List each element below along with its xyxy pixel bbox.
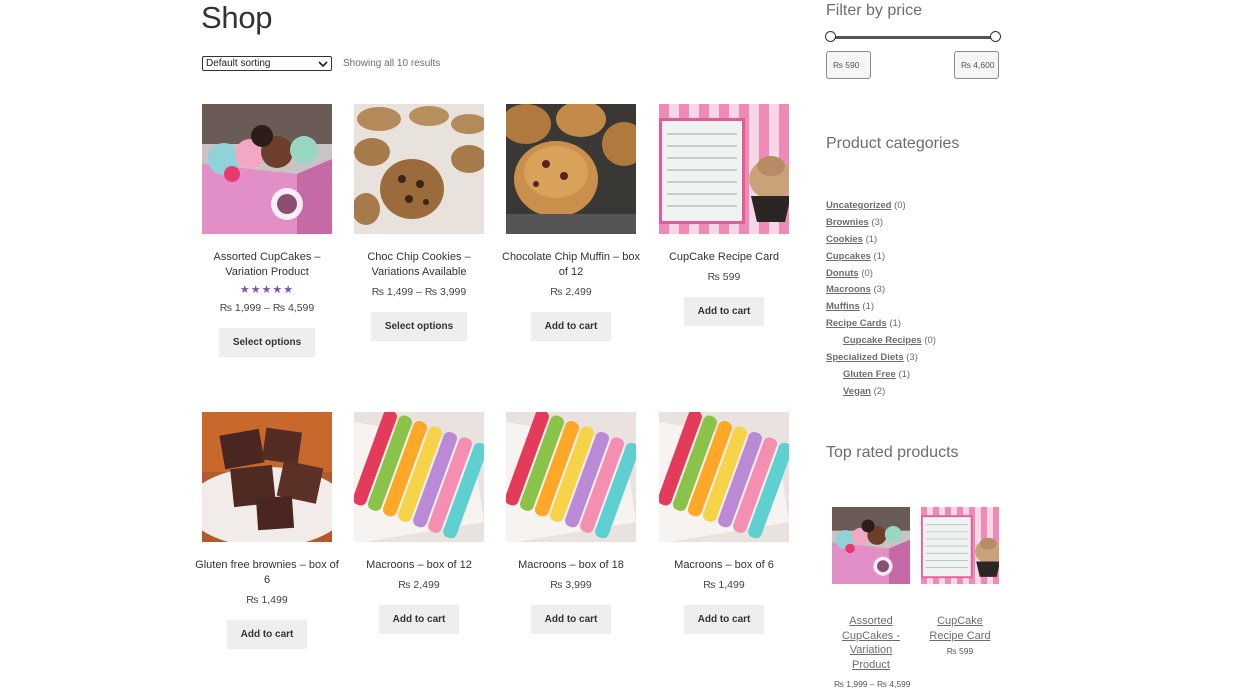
category-count: (0) (894, 200, 906, 211)
product-image[interactable] (354, 412, 484, 542)
category-count: (1) (889, 318, 901, 330)
product-price: ₨ 2,499 (550, 286, 592, 298)
category-list: Uncategorized (0) Brownies (3) Cookies (… (826, 198, 936, 401)
product-name[interactable]: CupCake Recipe Card (648, 250, 800, 265)
category-count: (2) (873, 385, 886, 397)
product-price: ₨ 3,999 (550, 579, 592, 591)
category-link[interactable]: Donuts (826, 268, 859, 279)
category-link[interactable]: Cookies (826, 234, 863, 245)
product-image[interactable] (659, 412, 789, 542)
top-rated-price: ₨ 599 (946, 646, 974, 656)
page-title: Shop (201, 0, 273, 35)
product-image[interactable] (506, 104, 636, 234)
add-to-cart-button[interactable]: Add to cart (530, 605, 612, 634)
add-to-cart-button[interactable]: Add to cart (378, 605, 460, 634)
product-image[interactable] (659, 104, 789, 234)
top-rated-item: Assorted CupCakes - Variation Product (832, 507, 910, 672)
price-slider-track[interactable] (830, 36, 996, 39)
star-rating-icon: ★★★★★ (239, 284, 295, 296)
product-price: ₨ 1,499 – ₨ 3,999 (371, 286, 467, 298)
category-item: Cupcakes (1) (826, 249, 936, 266)
product-price: ₨ 2,499 (398, 579, 440, 591)
product-image[interactable] (202, 412, 332, 542)
product-price: ₨ 1,499 (703, 579, 745, 591)
subcategory-item: Vegan (2) (826, 384, 936, 401)
category-item: Macroons (3) (826, 282, 936, 299)
add-to-cart-button[interactable]: Add to cart (683, 297, 765, 326)
category-link[interactable]: Cupcake Recipes (843, 335, 922, 346)
category-link[interactable]: Muffins (826, 301, 860, 312)
top-rated-products-title: Top rated products (826, 444, 959, 461)
category-item: Uncategorized (0) (826, 198, 936, 215)
category-item: Donuts (0) (826, 266, 936, 283)
product-name[interactable]: Macroons – box of 6 (648, 558, 800, 573)
product-card: CupCake Recipe Card ₨ 599 Add to cart (648, 104, 800, 326)
category-link[interactable]: Specialized Diets (826, 352, 904, 363)
add-to-cart-button[interactable]: Add to cart (530, 312, 612, 341)
subcategory-item: Cupcake Recipes (0) (826, 333, 936, 350)
price-slider-min-handle[interactable] (825, 31, 836, 42)
top-rated-image[interactable] (921, 507, 999, 584)
category-count: (3) (871, 216, 884, 228)
subcategory-item: Gluten Free (1) (826, 367, 936, 384)
category-item: Muffins (1) (826, 299, 936, 316)
product-card: Macroons – box of 12 ₨ 2,499 Add to cart (343, 412, 495, 634)
category-count: (3) (873, 284, 886, 296)
category-count: (1) (873, 250, 886, 262)
result-count: Showing all 10 results (343, 58, 441, 69)
product-card: Chocolate Chip Muffin – box of 12 ₨ 2,49… (495, 104, 647, 341)
category-link[interactable]: Vegan (843, 386, 871, 397)
category-count: (1) (865, 233, 878, 245)
product-name[interactable]: Macroons – box of 18 (495, 558, 647, 573)
product-name[interactable]: Macroons – box of 12 (343, 558, 495, 573)
product-price: ₨ 1,499 (246, 594, 288, 606)
category-link[interactable]: Macroons (826, 284, 871, 295)
product-image[interactable] (506, 412, 636, 542)
category-link[interactable]: Gluten Free (843, 369, 896, 380)
category-link[interactable]: Recipe Cards (826, 318, 887, 329)
product-card: Gluten free brownies – box of 6 ₨ 1,499 … (191, 412, 343, 649)
category-link[interactable]: Brownies (826, 217, 869, 228)
category-link[interactable]: Cupcakes (826, 251, 871, 262)
category-item: Recipe Cards (1) (826, 316, 936, 333)
category-count: (0) (924, 335, 936, 347)
product-name[interactable]: Chocolate Chip Muffin – box of 12 (495, 250, 647, 280)
category-item: Cookies (1) (826, 232, 936, 249)
top-rated-price: ₨ 1,999 – ₨ 4,599 (834, 679, 911, 689)
category-count: (1) (862, 301, 875, 313)
price-slider-max-handle[interactable] (990, 31, 1001, 42)
add-to-cart-button[interactable]: Add to cart (226, 620, 308, 649)
top-rated-name[interactable]: Assorted CupCakes - Variation Product (832, 614, 910, 672)
add-to-cart-button[interactable]: Add to cart (683, 605, 765, 634)
product-name[interactable]: Choc Chip Cookies – Variations Available (343, 250, 495, 280)
sorting-select[interactable]: Default sorting (202, 56, 332, 71)
category-item: Specialized Diets (3) (826, 350, 936, 367)
select-options-button[interactable]: Select options (370, 312, 468, 341)
top-rated-name[interactable]: CupCake Recipe Card (921, 614, 999, 643)
max-price-label: ₨ 4,600 (954, 51, 999, 79)
chevron-down-icon (318, 60, 328, 67)
product-price: ₨ 1,999 – ₨ 4,599 (219, 302, 315, 314)
product-image[interactable] (354, 104, 484, 234)
category-item: Brownies (3) (826, 215, 936, 232)
product-categories-title: Product categories (826, 135, 960, 152)
product-name[interactable]: Assorted CupCakes – Variation Product (191, 250, 343, 280)
min-price-label: ₨ 590 (826, 51, 871, 79)
category-count: (3) (906, 352, 918, 364)
select-options-button[interactable]: Select options (218, 328, 316, 357)
category-count: (0) (861, 267, 873, 279)
top-rated-image[interactable] (832, 507, 910, 584)
sorting-select-value: Default sorting (206, 58, 271, 69)
product-card: Assorted CupCakes – Variation Product ★★… (191, 104, 343, 357)
product-image[interactable] (202, 104, 332, 234)
category-link[interactable]: Uncategorized (826, 200, 891, 211)
product-name[interactable]: Gluten free brownies – box of 6 (191, 558, 343, 588)
filter-by-price-title: Filter by price (826, 2, 923, 19)
product-price: ₨ 599 (707, 271, 741, 283)
product-card: Choc Chip Cookies – Variations Available… (343, 104, 495, 341)
category-count: (1) (898, 368, 911, 380)
top-rated-item: CupCake Recipe Card ₨ 599 (921, 507, 999, 656)
product-card: Macroons – box of 18 ₨ 3,999 Add to cart (495, 412, 647, 634)
product-card: Macroons – box of 6 ₨ 1,499 Add to cart (648, 412, 800, 634)
